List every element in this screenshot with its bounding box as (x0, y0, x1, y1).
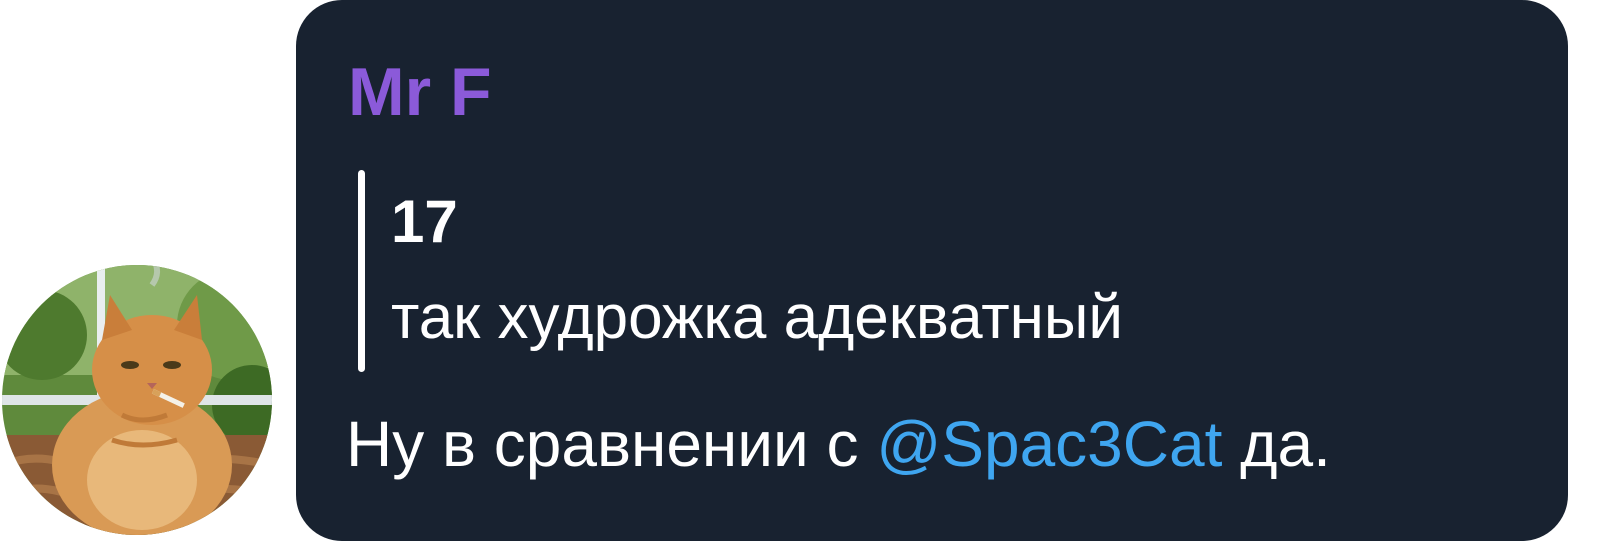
reply-text: так худрожка адекватный (391, 283, 1124, 352)
reply-quote[interactable]: 17 так худрожка адекватный (358, 170, 1498, 372)
cat-photo-avatar-icon (2, 265, 272, 535)
message-bubble[interactable]: Mr F 17 так худрожка адекватный Ну в сра… (296, 0, 1568, 541)
chat-stage: Mr F 17 так худрожка адекватный Ну в сра… (0, 0, 1618, 558)
reply-author: 17 (391, 188, 458, 255)
message-text-before: Ну в сравнении с (346, 408, 877, 480)
message-text-after: да. (1222, 408, 1331, 480)
reply-bar (358, 170, 365, 372)
message-text: Ну в сравнении с @Spac3Cat да. (346, 412, 1331, 476)
sender-name[interactable]: Mr F (348, 58, 492, 126)
user-avatar[interactable] (2, 265, 272, 535)
user-mention-link[interactable]: @Spac3Cat (876, 408, 1222, 480)
